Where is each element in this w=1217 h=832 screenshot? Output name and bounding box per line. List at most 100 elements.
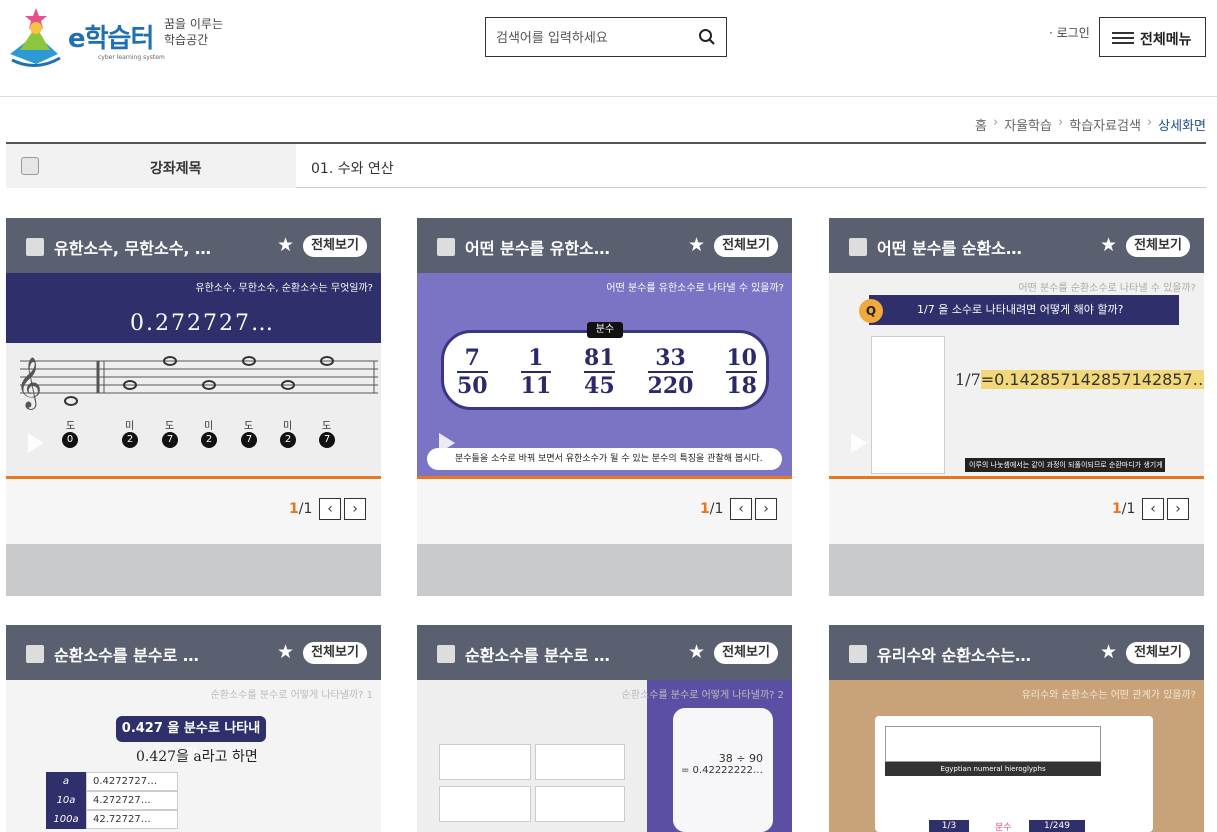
card-header: 어떤 분수를 유한소… ★ 전체보기 (417, 218, 792, 273)
card-checkbox[interactable] (26, 645, 44, 663)
prev-page-button[interactable]: ‹ (730, 498, 752, 520)
digit-badge: 7 (162, 432, 178, 448)
view-all-button[interactable]: 전체보기 (714, 642, 778, 664)
digit-badge: 7 (241, 432, 257, 448)
star-icon[interactable]: ★ (1100, 235, 1117, 255)
card-checkbox[interactable] (849, 238, 867, 256)
star-icon[interactable]: ★ (277, 642, 294, 662)
card-title[interactable]: 어떤 분수를 유한소… (465, 235, 610, 259)
login-link[interactable]: · 로그인 (1049, 24, 1090, 41)
logo-subtext: cyber learning system (98, 54, 165, 61)
numerator: 7 (464, 345, 480, 371)
thumb-bottom-caption: 분수들을 소수로 바꿔 보면서 유한소수가 될 수 있는 분수의 특징을 관찰해… (427, 448, 782, 470)
row-key: 100a (46, 810, 86, 829)
lesson-card: 순환소수를 분수로 … ★ 전체보기 순환소수를 분수로 어떻게 나타낼까? 2… (417, 625, 792, 832)
course-label: 강좌제목 (150, 161, 202, 177)
lesson-card: 유리수와 순환소수는… ★ 전체보기 유리수와 순환소수는 어떤 관계가 있을까… (829, 625, 1204, 832)
card-thumbnail[interactable]: 어떤 분수를 순환소수로 나타낼 수 있을까? 1/7 을 소수로 나타내려면 … (829, 273, 1204, 479)
view-all-button[interactable]: 전체보기 (303, 235, 367, 257)
numerator: 10 (726, 345, 757, 371)
lesson-card: 순환소수를 분수로 … ★ 전체보기 순환소수를 분수로 어떻게 나타낼까? 1… (6, 625, 381, 832)
card-title[interactable]: 순환소수를 분수로 … (465, 642, 610, 666)
digit-badge: 2 (280, 432, 296, 448)
fraction: 1 11 (520, 345, 552, 399)
card-title[interactable]: 순환소수를 분수로 … (54, 642, 199, 666)
breadcrumb-search[interactable]: 학습자료검색 (1069, 115, 1141, 134)
page-current: 1 (289, 501, 299, 517)
lesson-card: 어떤 분수를 순환소… ★ 전체보기 어떤 분수를 순환소수로 나타낼 수 있을… (829, 218, 1204, 596)
card-checkbox[interactable] (437, 238, 455, 256)
view-all-button[interactable]: 전체보기 (714, 235, 778, 257)
card-title[interactable]: 어떤 분수를 순환소… (877, 235, 1022, 259)
view-all-button[interactable]: 전체보기 (303, 642, 367, 664)
search-input[interactable] (496, 26, 686, 50)
equation-row: 10a 4.272727… (46, 791, 178, 810)
fraction-card (439, 786, 531, 822)
thumb-caption: 순환소수를 분수로 어떻게 나타낼까? 2 (621, 690, 784, 701)
thumb-result: 1/7=0.142857142857142857… (955, 370, 1204, 389)
breadcrumb-chevron-icon: › (1057, 115, 1064, 130)
next-page-button[interactable]: › (755, 498, 777, 520)
row-value: 42.72727… (86, 810, 178, 829)
fraction: 81 45 (584, 345, 615, 399)
fraction: 33 220 (647, 345, 694, 399)
note-label: 미 (125, 421, 135, 432)
logo-slogan: 꿈을 이루는 학습공간 (164, 17, 224, 47)
card-header: 순환소수를 분수로 … ★ 전체보기 (417, 625, 792, 680)
play-icon[interactable] (439, 433, 455, 453)
next-page-button[interactable]: › (1167, 498, 1189, 520)
denominator: 50 (457, 371, 488, 399)
hieroglyph-label: Egyptian numeral hieroglyphs (885, 762, 1101, 776)
thumb-decimal: 0.272727… (130, 311, 275, 336)
card-thumbnail[interactable]: 유리수와 순환소수는 어떤 관계가 있을까? Egyptian numeral … (829, 680, 1204, 832)
calc-result: = 0.42222222… (681, 765, 763, 776)
card-checkbox[interactable] (26, 238, 44, 256)
thumb-caption: 어떤 분수를 유한소수로 나타낼 수 있을까? (606, 283, 784, 294)
search-icon[interactable] (698, 28, 716, 46)
card-title[interactable]: 유한소수, 무한소수, … (54, 235, 211, 259)
play-icon[interactable] (851, 433, 867, 453)
card-thumbnail[interactable]: 어떤 분수를 유한소수로 나타낼 수 있을까? 분수 7 50 1 11 81 45 … (417, 273, 792, 479)
thumb-note: 이루의 나눗셈에서는 같이 과정이 되풀이되므로 순환마디가 생기게 됨 (965, 458, 1165, 472)
site-logo[interactable]: e학습터 cyber learning system 꿈을 이루는 학습공간 (6, 6, 236, 72)
thumb-caption: 순환소수를 분수로 어떻게 나타낼까? 1 (210, 690, 373, 701)
row-value: 0.4272727… (86, 772, 178, 791)
view-all-button[interactable]: 전체보기 (1126, 642, 1190, 664)
page-current: 1 (1112, 501, 1122, 517)
prev-page-button[interactable]: ‹ (319, 498, 341, 520)
card-thumbnail[interactable]: 유한소수, 무한소수, 순환소수는 무엇일까? 0.272727… 𝄞 도 미 (6, 273, 381, 479)
equation-row: 100a 42.72727… (46, 810, 178, 829)
select-all-checkbox[interactable] (21, 157, 39, 175)
site-header: e학습터 cyber learning system 꿈을 이루는 학습공간 ·… (0, 0, 1217, 97)
page-total: /1 (709, 501, 724, 517)
card-checkbox[interactable] (849, 645, 867, 663)
star-icon[interactable]: ★ (1100, 642, 1117, 662)
fraction-card (535, 786, 625, 822)
svg-text:𝄞: 𝄞 (16, 357, 42, 410)
all-menu-button[interactable]: 전체메뉴 (1099, 17, 1206, 57)
card-title[interactable]: 유리수와 순환소수는… (877, 642, 1031, 666)
breadcrumb-home[interactable]: 홈 (975, 115, 987, 134)
card-thumbnail[interactable]: 순환소수를 분수로 어떻게 나타낼까? 1 0.427 을 분수로 나타내기 0… (6, 680, 381, 832)
note-label: 도 (165, 421, 175, 432)
view-all-button[interactable]: 전체보기 (1126, 235, 1190, 257)
play-icon[interactable] (28, 433, 44, 453)
thumb-caption: 유리수와 순환소수는 어떤 관계가 있을까? (1021, 690, 1196, 701)
numerator: 1 (528, 345, 544, 371)
fraction-list: 7 50 1 11 81 45 33 220 10 18 (457, 345, 757, 399)
next-page-button[interactable]: › (344, 498, 366, 520)
star-icon[interactable]: ★ (277, 235, 294, 255)
star-icon[interactable]: ★ (688, 235, 705, 255)
breadcrumb-self-study[interactable]: 자율학습 (1004, 115, 1052, 134)
logo-text: e학습터 (68, 24, 154, 54)
fraction-card (439, 744, 531, 780)
thumb-caption: 어떤 분수를 순환소수로 나타낼 수 있을까? (1018, 283, 1196, 294)
thumb-caption: 유한소수, 무한소수, 순환소수는 무엇일까? (195, 283, 373, 294)
card-thumbnail[interactable]: 순환소수를 분수로 어떻게 나타낼까? 2 38 ÷ 90 = 0.422222… (417, 680, 792, 832)
page-current: 1 (700, 501, 710, 517)
card-header: 순환소수를 분수로 … ★ 전체보기 (6, 625, 381, 680)
card-checkbox[interactable] (437, 645, 455, 663)
prev-page-button[interactable]: ‹ (1142, 498, 1164, 520)
fraction-tag: 분수 (587, 322, 623, 338)
star-icon[interactable]: ★ (688, 642, 705, 662)
